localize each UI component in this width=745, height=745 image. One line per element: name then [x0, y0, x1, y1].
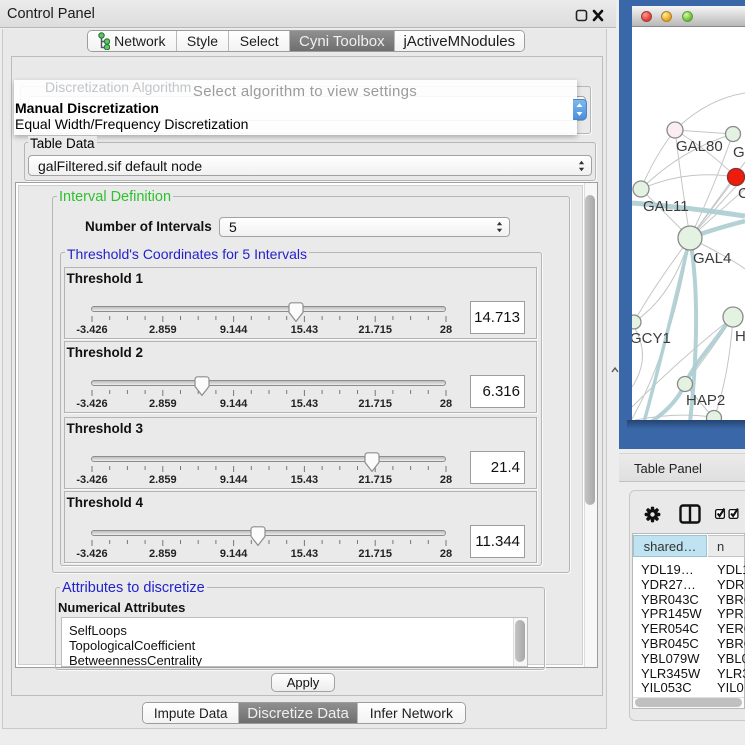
svg-text:HAP2: HAP2: [686, 392, 725, 409]
svg-text:GCY1: GCY1: [632, 330, 671, 347]
svg-text:GAL80: GAL80: [676, 138, 723, 155]
svg-text:GAL11: GAL11: [643, 198, 689, 215]
svg-text:C: C: [738, 185, 745, 202]
svg-text:G.: G.: [733, 144, 745, 161]
svg-text:H: H: [735, 328, 745, 345]
svg-text:GAL4: GAL4: [693, 250, 731, 267]
